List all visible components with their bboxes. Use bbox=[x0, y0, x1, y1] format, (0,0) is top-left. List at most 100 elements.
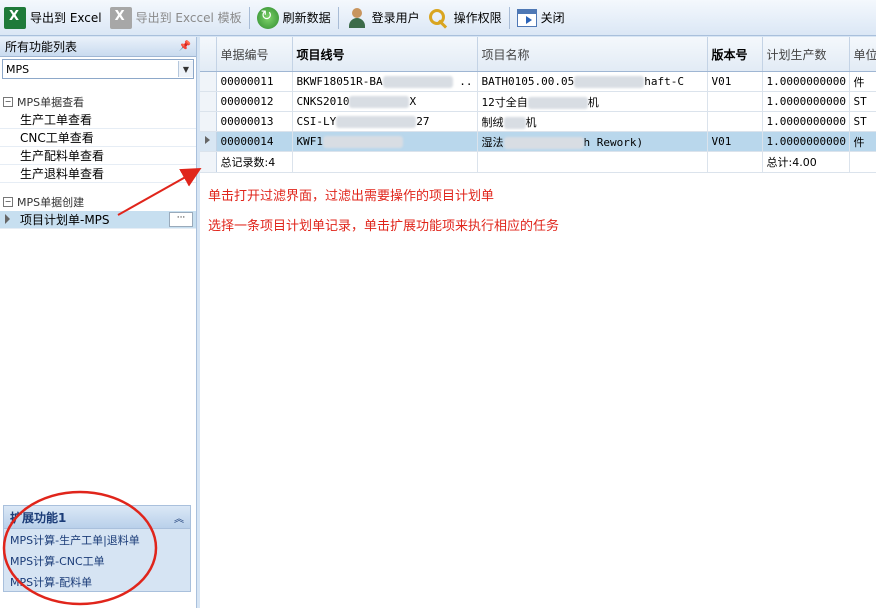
excel-icon bbox=[4, 6, 26, 29]
data-grid: 单据编号 项目线号 项目名称 版本号 计划生产数 单位 00000011 BKW… bbox=[200, 37, 876, 173]
cell-unit: 件 bbox=[849, 71, 876, 92]
table-row[interactable]: 00000011 BKWF18051R-BA .. BATH0105.00.05… bbox=[200, 71, 876, 92]
collapse-icon[interactable]: − bbox=[3, 197, 13, 207]
collapse-icon[interactable]: − bbox=[3, 97, 13, 107]
function-list-title: 所有功能列表 bbox=[5, 40, 78, 54]
module-select[interactable]: MPS ▼ bbox=[2, 59, 194, 79]
export-excel-button[interactable]: 导出到 Excel bbox=[0, 3, 106, 33]
user-icon bbox=[346, 7, 368, 29]
grid-area: 单据编号 项目线号 项目名称 版本号 计划生产数 单位 00000011 BKW… bbox=[200, 37, 876, 608]
chevron-down-icon[interactable]: ▼ bbox=[178, 61, 193, 77]
group-create-header[interactable]: − MPS单据创建 bbox=[0, 193, 196, 211]
cell-line-end: X bbox=[409, 95, 417, 108]
selected-arrow-icon bbox=[5, 214, 10, 224]
ext-link-material[interactable]: MPS计算-配料单 bbox=[4, 571, 190, 592]
cell-name: 制绒 机 bbox=[477, 111, 708, 132]
annotation-filter: 单击打开过滤界面，过滤出需要操作的项目计划单 bbox=[208, 189, 495, 204]
cell-name-text: 12寸全自 bbox=[481, 95, 528, 109]
more-button[interactable]: ··· bbox=[169, 212, 193, 227]
cell-name-text: BATH0105.00.05 bbox=[481, 75, 575, 88]
redaction bbox=[349, 96, 410, 108]
redaction bbox=[503, 136, 584, 149]
nav-item-label: 生产退料单查看 bbox=[20, 167, 105, 181]
redaction bbox=[574, 76, 645, 88]
cell-qty: 1.0000000000 bbox=[762, 131, 850, 152]
toolbar-separator bbox=[248, 6, 250, 29]
cell-line: CNKS2010 X bbox=[292, 91, 478, 112]
col-header-name[interactable]: 项目名称 bbox=[477, 37, 708, 72]
nav-item-work-order[interactable]: 生产工单查看 bbox=[0, 111, 196, 129]
extension-header[interactable]: 扩展功能1 ︽ bbox=[4, 506, 190, 529]
cell-name: BATH0105.00.05 haft-C bbox=[477, 71, 708, 92]
toolbar-separator bbox=[337, 6, 339, 29]
cell-qty: 1.0000000000 bbox=[762, 71, 850, 92]
nav-item-material-order[interactable]: 生产配料单查看 bbox=[0, 147, 196, 165]
cell-line-end: 27 bbox=[416, 115, 430, 128]
row-indicator[interactable] bbox=[200, 131, 217, 152]
cell-line: BKWF18051R-BA .. bbox=[292, 71, 478, 92]
export-template-label: 导出到 Exccel 模板 bbox=[135, 11, 242, 25]
ext-link-cnc[interactable]: MPS计算-CNC工单 bbox=[4, 550, 190, 571]
cell-unit: ST bbox=[849, 111, 876, 132]
ext-link-work-order[interactable]: MPS计算-生产工单|退料单 bbox=[4, 529, 190, 550]
footer-empty bbox=[849, 151, 876, 173]
footer-empty bbox=[707, 151, 763, 173]
cell-line: KWF1 bbox=[292, 131, 478, 152]
cell-id: 00000013 bbox=[216, 111, 293, 132]
cell-name: 湿法 h Rework) bbox=[477, 131, 708, 152]
pin-icon[interactable]: 📌 bbox=[179, 41, 191, 52]
cell-name-text: 湿法 bbox=[481, 135, 504, 149]
footer-empty bbox=[292, 151, 478, 173]
close-label: 关闭 bbox=[540, 11, 565, 25]
row-indicator[interactable] bbox=[200, 71, 217, 92]
nav-item-label: 生产配料单查看 bbox=[20, 149, 105, 163]
cell-line-text: BKWF18051R-BA bbox=[296, 75, 383, 88]
login-user-label: 登录用户 bbox=[371, 11, 420, 25]
col-header-unit[interactable]: 单位 bbox=[849, 37, 876, 72]
nav-item-cnc-order[interactable]: CNC工单查看 bbox=[0, 129, 196, 147]
redaction bbox=[336, 116, 417, 128]
nav-item-return-order[interactable]: 生产退料单查看 bbox=[0, 165, 196, 183]
table-row[interactable]: 00000013 CSI-LY 27 制绒 机 1.0000000000 ST bbox=[200, 111, 876, 132]
cell-qty: 1.0000000000 bbox=[762, 91, 850, 112]
login-user-button[interactable]: 登录用户 bbox=[342, 3, 424, 33]
footer-total: 总计:4.00 bbox=[762, 151, 850, 173]
cell-name: 12寸全自 机 bbox=[477, 91, 708, 112]
cell-version bbox=[707, 111, 763, 132]
cell-qty: 1.0000000000 bbox=[762, 111, 850, 132]
nav-item-label: CNC工单查看 bbox=[20, 131, 94, 145]
cell-id: 00000011 bbox=[216, 71, 293, 92]
cell-version bbox=[707, 91, 763, 112]
col-header-version[interactable]: 版本号 bbox=[707, 37, 763, 72]
cell-unit: 件 bbox=[849, 131, 876, 152]
group-query-header[interactable]: − MPS单据查看 bbox=[0, 93, 196, 111]
nav-item-label: 项目计划单-MPS bbox=[20, 213, 110, 227]
cell-line: CSI-LY 27 bbox=[292, 111, 478, 132]
redaction bbox=[382, 76, 453, 88]
redaction bbox=[503, 116, 526, 129]
permissions-label: 操作权限 bbox=[453, 11, 502, 25]
cell-name-end: 机 bbox=[525, 115, 537, 129]
group-create-title: MPS单据创建 bbox=[17, 196, 85, 209]
table-row-selected[interactable]: 00000014 KWF1 湿法 h Rework) V01 1.00000000… bbox=[200, 131, 876, 152]
nav-item-project-plan[interactable]: 项目计划单-MPS ··· bbox=[0, 211, 196, 229]
cell-id: 00000014 bbox=[216, 131, 293, 152]
row-indicator[interactable] bbox=[200, 111, 217, 132]
cell-line-text: CSI-LY bbox=[296, 115, 337, 128]
row-indicator[interactable] bbox=[200, 91, 217, 112]
cell-unit: ST bbox=[849, 91, 876, 112]
refresh-button[interactable]: 刷新数据 bbox=[253, 3, 335, 33]
module-select-value: MPS bbox=[6, 62, 30, 76]
col-header-id[interactable]: 单据编号 bbox=[216, 37, 293, 72]
export-excel-label: 导出到 Excel bbox=[30, 11, 102, 25]
chevron-up-icon[interactable]: ︽ bbox=[174, 510, 184, 525]
footer-count: 总记录数:4 bbox=[216, 151, 293, 173]
table-row[interactable]: 00000012 CNKS2010 X 12寸全自 机 1.0000000000 S… bbox=[200, 91, 876, 112]
close-button[interactable]: 关闭 bbox=[513, 3, 569, 33]
permissions-button[interactable]: 操作权限 bbox=[424, 3, 506, 33]
excel-template-icon bbox=[109, 6, 132, 29]
col-header-qty[interactable]: 计划生产数 bbox=[762, 37, 850, 72]
export-template-button[interactable]: 导出到 Exccel 模板 bbox=[106, 3, 246, 33]
col-header-line[interactable]: 项目线号 bbox=[292, 37, 478, 72]
group-query-title: MPS单据查看 bbox=[17, 96, 85, 109]
